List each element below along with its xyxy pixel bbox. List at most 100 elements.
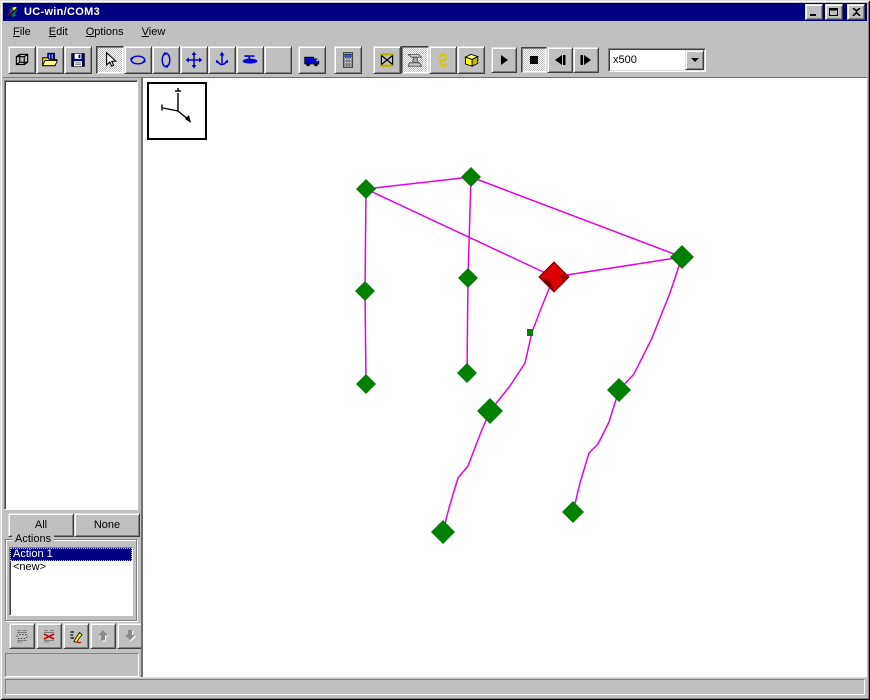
frame-member[interactable]: [553, 256, 683, 278]
move-up-button[interactable]: [90, 623, 116, 649]
edit-action-button[interactable]: [63, 623, 89, 649]
select-none-label: None: [93, 519, 121, 531]
title-bar[interactable]: UC-win/COM3: [3, 3, 867, 21]
restraint-arrows-icon: [437, 53, 449, 67]
action-item[interactable]: <new>: [10, 561, 132, 574]
step-forward-button[interactable]: [573, 46, 599, 73]
edit-action-icon: [70, 631, 83, 644]
zoom-scale-value: x500: [613, 53, 637, 66]
app-icon: [6, 6, 19, 18]
delete-action-button[interactable]: [36, 623, 62, 649]
node[interactable]: [562, 501, 584, 523]
open-folder-icon: [41, 52, 59, 66]
actions-groupbox: Actions Action 1 <new>: [5, 533, 137, 621]
calculator-icon: [342, 51, 354, 68]
close-button[interactable]: [847, 4, 865, 20]
solid-view-button[interactable]: [457, 45, 485, 74]
frame-member[interactable]: [470, 176, 683, 258]
add-action-button[interactable]: [9, 623, 35, 649]
sidebar: All None Actions Action 1 <new>: [3, 77, 144, 677]
solid-cube-icon: [464, 53, 479, 67]
frame-member[interactable]: [365, 188, 555, 278]
beam-solid-button[interactable]: [401, 45, 429, 74]
step-back-icon: [555, 54, 566, 65]
beam-solid-icon: [407, 53, 423, 67]
add-action-icon: [16, 630, 28, 643]
truck-icon: [304, 56, 320, 66]
node[interactable]: [458, 268, 478, 288]
status-field: [5, 679, 865, 695]
calculator-button[interactable]: [334, 45, 362, 74]
step-forward-icon: [580, 54, 591, 65]
node[interactable]: [477, 398, 503, 424]
deformed-member[interactable]: [442, 276, 555, 533]
frame-member[interactable]: [467, 176, 472, 279]
save-button[interactable]: [64, 45, 92, 74]
delete-action-icon: [43, 630, 55, 643]
close-icon: [851, 8, 861, 16]
step-back-button[interactable]: [547, 46, 573, 73]
beam-wireframe-icon: [380, 52, 394, 67]
move-down-button[interactable]: [117, 623, 143, 649]
pan-arrows-icon: [185, 51, 203, 68]
rotate-vertical-icon: [161, 51, 171, 68]
menu-view[interactable]: View: [136, 24, 172, 40]
node[interactable]: [461, 167, 481, 187]
model-canvas[interactable]: [141, 77, 867, 677]
frame-member[interactable]: [364, 188, 367, 292]
action-item[interactable]: Action 1: [10, 548, 132, 561]
wireframe-cube-icon: [15, 53, 29, 65]
node[interactable]: [356, 374, 376, 394]
frame-member[interactable]: [364, 290, 367, 385]
sidebar-status-panel: [5, 653, 139, 677]
stop-icon: [530, 55, 538, 64]
maximize-button[interactable]: [825, 4, 843, 20]
deformed-member[interactable]: [572, 256, 683, 513]
pan-button[interactable]: [180, 45, 208, 74]
node[interactable]: [670, 245, 694, 269]
play-button[interactable]: [491, 46, 517, 73]
move-vertical-button[interactable]: [208, 45, 236, 74]
combo-dropdown-button[interactable]: [685, 49, 704, 70]
new-model-button[interactable]: [8, 45, 36, 74]
minimize-button[interactable]: [805, 4, 823, 20]
menu-edit[interactable]: Edit: [43, 24, 74, 40]
node[interactable]: [431, 520, 455, 544]
actions-group-label: Actions: [12, 533, 55, 545]
selection-panel[interactable]: [4, 80, 138, 510]
menu-file[interactable]: File: [7, 24, 37, 40]
rotate-horizontal-button[interactable]: [124, 45, 152, 74]
node[interactable]: [355, 281, 375, 301]
stop-button[interactable]: [521, 46, 547, 73]
window-title: UC-win/COM3: [24, 6, 101, 18]
drive-view-button[interactable]: [298, 45, 326, 74]
node[interactable]: [356, 179, 376, 199]
vertical-anchor-icon: [215, 51, 229, 65]
status-bar: [3, 677, 867, 697]
frame-member[interactable]: [466, 277, 469, 374]
frame-member[interactable]: [365, 176, 472, 190]
beam-wireframe-button[interactable]: [373, 45, 401, 74]
rotate-horizontal-icon: [130, 54, 146, 65]
minimize-icon: [810, 13, 816, 16]
open-button[interactable]: [36, 45, 64, 74]
restraints-button[interactable]: [429, 45, 457, 74]
node[interactable]: [457, 363, 477, 383]
axis-indicator: [147, 82, 207, 140]
action-toolbar: [9, 623, 144, 649]
play-icon: [501, 54, 508, 65]
toolbar-blank-button: [264, 45, 292, 74]
menu-options[interactable]: Options: [80, 24, 130, 40]
select-none-button[interactable]: None: [74, 513, 140, 537]
axis-tripod-icon: [161, 88, 191, 123]
small-node[interactable]: [527, 329, 533, 336]
menu-bar: File Edit Options View: [3, 23, 867, 41]
select-all-label: All: [34, 519, 48, 531]
select-cursor-button[interactable]: [96, 45, 124, 74]
actions-list[interactable]: Action 1 <new>: [9, 547, 133, 616]
rotate-vertical-button[interactable]: [152, 45, 180, 74]
fly-view-button[interactable]: [236, 45, 264, 74]
app-window: UC-win/COM3 File Edit Options View x500 …: [0, 0, 870, 700]
zoom-scale-select[interactable]: x500: [608, 47, 706, 72]
structure-model[interactable]: [143, 78, 865, 673]
